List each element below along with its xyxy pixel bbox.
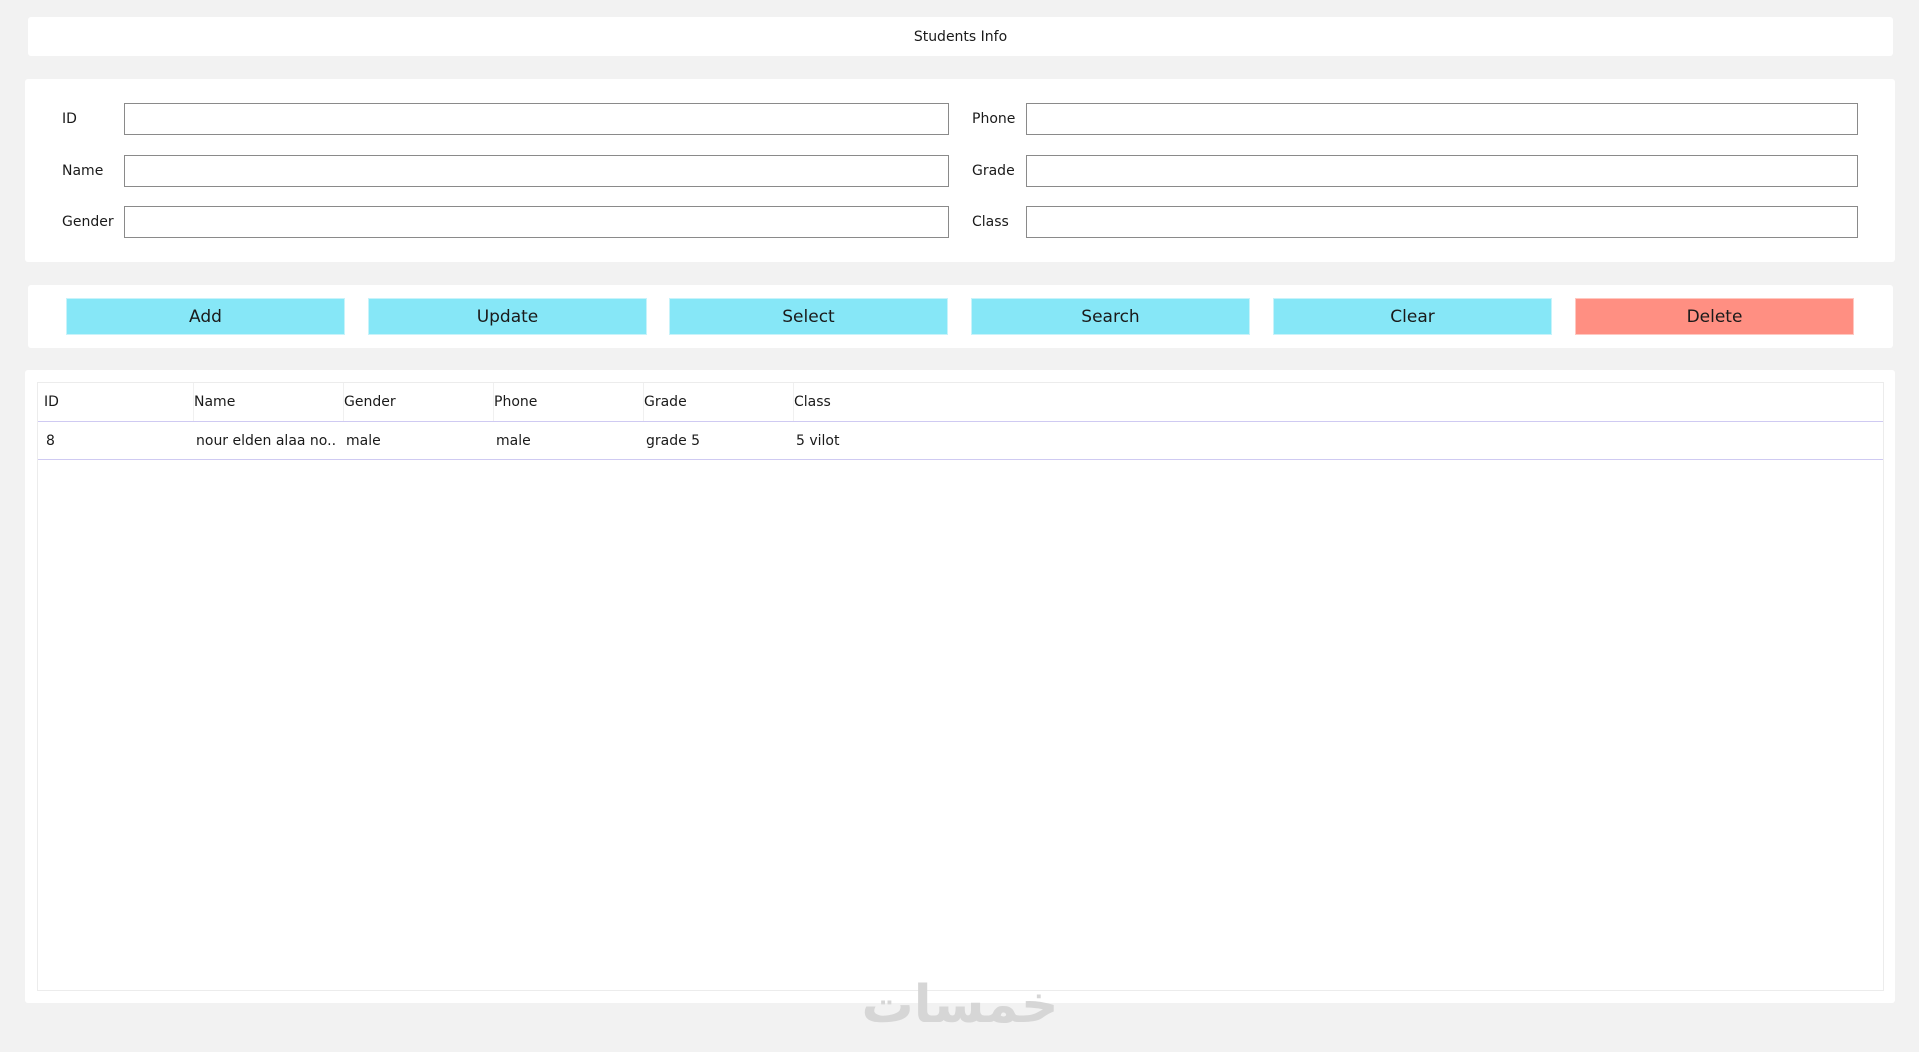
gender-input[interactable] — [124, 206, 949, 238]
class-label: Class — [972, 214, 1009, 230]
id-input[interactable] — [124, 103, 949, 135]
cell-gender: male — [346, 432, 381, 449]
clear-button[interactable]: Clear — [1273, 298, 1552, 335]
column-header-id[interactable]: ID — [44, 383, 194, 421]
table-row[interactable]: 8 nour elden alaa no... male male grade … — [38, 422, 1883, 460]
select-button[interactable]: Select — [669, 298, 948, 335]
cell-phone: male — [496, 432, 531, 449]
column-header-gender[interactable]: Gender — [344, 383, 494, 421]
gender-label: Gender — [62, 214, 114, 230]
id-label: ID — [62, 111, 77, 127]
action-buttons-panel: Add Update Select Search Clear Delete — [28, 285, 1893, 348]
grade-input[interactable] — [1026, 155, 1858, 187]
column-header-phone[interactable]: Phone — [494, 383, 644, 421]
cell-grade: grade 5 — [646, 432, 701, 449]
window-title: Students Info — [28, 17, 1893, 56]
column-header-name[interactable]: Name — [194, 383, 344, 421]
phone-label: Phone — [972, 111, 1016, 127]
delete-button[interactable]: Delete — [1575, 298, 1854, 335]
students-table-panel: ID Name Gender Phone Grade Class 8 nour … — [25, 370, 1895, 1003]
update-button[interactable]: Update — [368, 298, 647, 335]
students-table[interactable]: ID Name Gender Phone Grade Class 8 nour … — [37, 382, 1884, 991]
watermark-logo: خمسات — [861, 975, 1059, 1035]
student-form-panel: ID Name Gender Phone Grade Class — [25, 79, 1895, 262]
table-header: ID Name Gender Phone Grade Class — [38, 383, 1883, 422]
grade-label: Grade — [972, 163, 1015, 179]
name-label: Name — [62, 163, 104, 179]
window-title-text: Students Info — [913, 28, 1008, 45]
cell-name: nour elden alaa no... — [196, 432, 336, 449]
phone-input[interactable] — [1026, 103, 1858, 135]
class-input[interactable] — [1026, 206, 1858, 238]
name-input[interactable] — [124, 155, 949, 187]
search-button[interactable]: Search — [971, 298, 1250, 335]
column-header-grade[interactable]: Grade — [644, 383, 794, 421]
column-header-class[interactable]: Class — [794, 383, 944, 421]
add-button[interactable]: Add — [66, 298, 345, 335]
cell-class: 5 vilot — [796, 432, 840, 449]
cell-id: 8 — [46, 432, 55, 449]
